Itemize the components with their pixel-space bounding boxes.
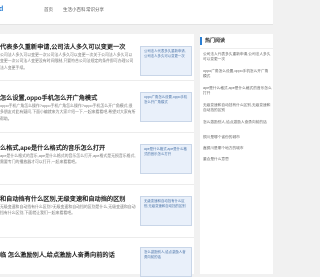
site-logo[interactable]: d (0, 6, 3, 13)
article-thumbnail[interactable]: 公司法人代表多久重新申请,公司法人多久可以变更一次 (140, 46, 192, 76)
divider (0, 132, 194, 133)
nav-knowledge-share[interactable]: 常识分享 (86, 7, 104, 13)
article-snippet: ape是什么格式的音乐,ape是什么格式的音乐怎么打开,ape格式是无损音乐格式… (0, 153, 136, 165)
divider (0, 237, 194, 238)
sidebar-link[interactable]: 重合是什么意思 (203, 157, 272, 162)
article-thumbnail[interactable]: oppo广角怎么设置,oppo手机怎么开广角模式 (140, 92, 192, 122)
article-thumbnail[interactable]: 无级变速和自动挡有什么区别,无级变速和自动挡的区别 (140, 196, 192, 226)
article-snippet: 无级变速和自动挡有什么区别?无级变速和自动挡的区别是什么,无级变速和自动挡有什么… (0, 204, 136, 216)
article-snippet: oppo手机广角怎么操作?oppo手机广角怎么操作?oppo手机怎么开广角模式,… (0, 103, 136, 121)
article-title[interactable]: 和自动挡有什么区别,无级变速和自动挡的区别 (0, 194, 125, 203)
nav-home[interactable]: 首页 (44, 7, 53, 13)
sidebar-accent-bar (200, 37, 202, 45)
sidebar-link[interactable]: ape是什么格式,ape是什么格式的音乐怎么打开 (203, 86, 272, 96)
article-title[interactable]: 代表多久重新申请,公司法人多久可以变更一次 (0, 42, 125, 51)
nav-life-encyclopedia[interactable]: 生活小百科 (63, 7, 86, 13)
divider (0, 80, 194, 81)
divider (0, 184, 194, 185)
sidebar-title: 热门阅读 (205, 38, 226, 44)
sidebar-link[interactable]: 铜川是哪个省份的城市 (203, 135, 272, 140)
hot-reading-sidebar: 热门阅读 公司法人代表多久重新申请,公司法人多久可以变更一次 oppo广角怎么设… (200, 34, 273, 274)
article-thumbnail[interactable]: ape是什么格式,ape是什么格式的音乐怎么打开 (140, 144, 192, 174)
sidebar-link[interactable]: 公司法人代表多久重新申请,公司法人多久可以变更一次 (203, 52, 272, 62)
sidebar-link[interactable]: 无级变速和自动挡有什么区别,无级变速和自动挡的区别 (203, 103, 272, 113)
article-snippet: 公司法人多久可以变更一次公司法人多久可以变更一次关于公司法人多久可以变更一次公司… (0, 52, 134, 70)
sidebar-header: 热门阅读 (200, 34, 273, 49)
article-title[interactable]: 么格式,ape是什么格式的音乐怎么打开 (0, 143, 105, 152)
article-thumbnail[interactable]: 怎么激励别人,给点激励人奋勇向前的话 (140, 247, 192, 277)
sidebar-link[interactable]: oppo广角怎么设置,oppo手机怎么开广角模式 (203, 69, 272, 79)
sidebar-link[interactable]: 鑫铜川是哪个地方的城市 (203, 146, 272, 151)
article-title[interactable]: 临 怎么激励别人,给点激励人奋勇向前的话 (0, 250, 115, 259)
sidebar-link[interactable]: 怎么激励别人,给点激励人奋勇向前的话 (203, 120, 272, 125)
article-title[interactable]: 怎么设置,oppo手机怎么开广角模式 (0, 93, 97, 102)
top-nav-bar: d 首页 生活小百科 常识分享 (0, 0, 273, 25)
article-list: 代表多久重新申请,公司法人多久可以变更一次 公司法人多久可以变更一次公司法人多久… (0, 34, 194, 277)
